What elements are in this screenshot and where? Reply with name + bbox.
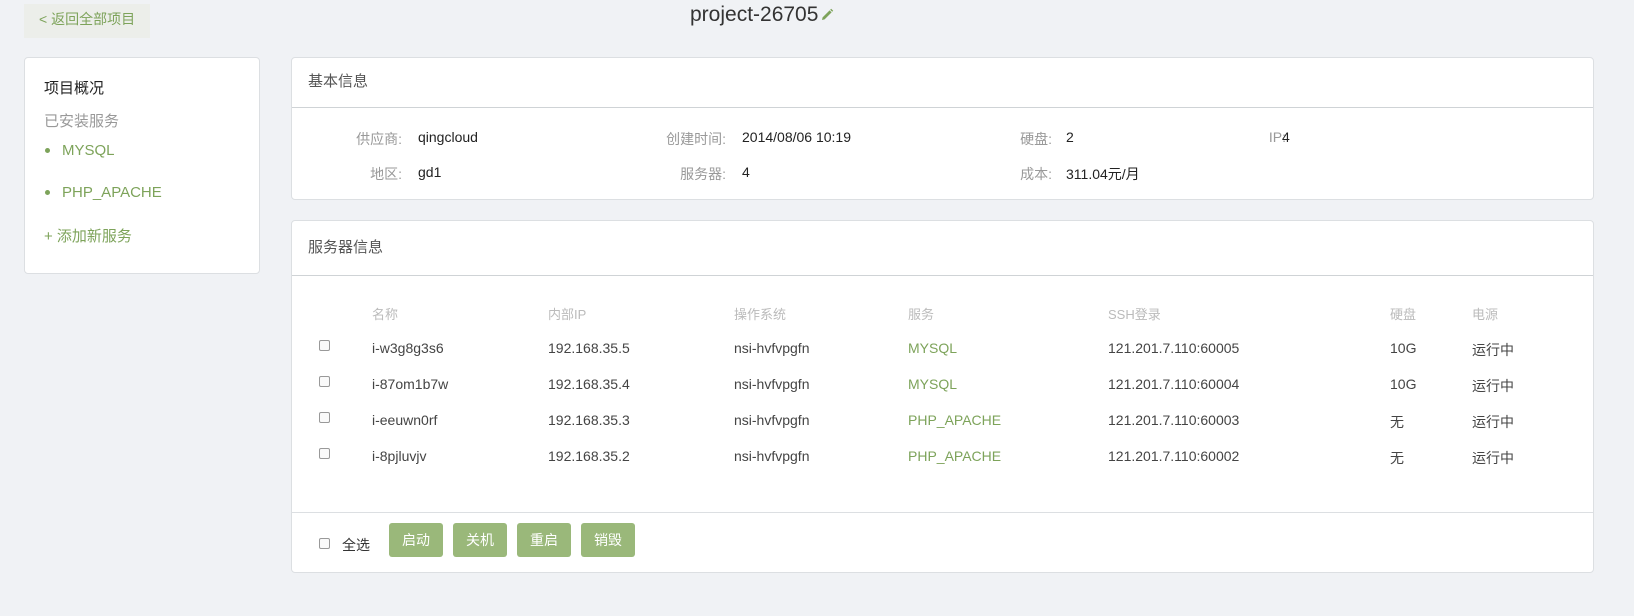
server-service-link[interactable]: MYSQL (908, 376, 957, 392)
server-service-link[interactable]: PHP_APACHE (908, 412, 1001, 428)
server-power: 运行中 (1472, 414, 1514, 430)
destroy-button[interactable]: 销毁 (581, 523, 635, 557)
created-label: 创建时间: (666, 131, 726, 147)
row-checkbox[interactable] (319, 412, 330, 423)
sidebar-service-label: MYSQL (62, 142, 115, 159)
server-info-panel: 服务器信息 名称 内部IP 操作系统 服务 SSH登录 硬盘 电源 i-w3g8… (291, 220, 1594, 573)
servers-label: 服务器: (680, 166, 726, 182)
page: < 返回全部项目 project-26705 项目概况 已安装服务 MYSQL … (0, 0, 1634, 616)
add-service-link[interactable]: + 添加新服务 (44, 225, 132, 246)
pencil-icon[interactable] (820, 8, 834, 22)
region-label: 地区: (370, 166, 402, 182)
server-service-link[interactable]: PHP_APACHE (908, 448, 1001, 464)
provider-label: 供应商: (356, 131, 402, 147)
bullet-icon (45, 190, 50, 195)
server-disk: 无 (1390, 414, 1404, 430)
project-title-wrap: project-26705 (690, 0, 834, 30)
select-all-checkbox[interactable] (319, 538, 330, 549)
sidebar-overview[interactable]: 项目概况 (44, 77, 104, 98)
ip-label: IP: (1268, 129, 1286, 145)
server-name: i-eeuwn0rf (372, 412, 438, 428)
back-to-projects-link[interactable]: < 返回全部项目 (24, 4, 150, 38)
column-header-service: 服务 (908, 307, 935, 322)
server-disk: 10G (1390, 376, 1417, 392)
server-name: i-w3g8g3s6 (372, 340, 444, 356)
server-disk: 无 (1390, 450, 1404, 466)
column-header-os: 操作系统 (734, 307, 787, 322)
provider-value: qingcloud (418, 129, 478, 145)
server-os: nsi-hvfvpgfn (734, 340, 810, 356)
disk-label: 硬盘: (1020, 131, 1052, 147)
server-ssh: 121.201.7.110:60005 (1108, 340, 1240, 356)
server-os: nsi-hvfvpgfn (734, 412, 810, 428)
created-value: 2014/08/06 10:19 (742, 129, 851, 145)
region-value: gd1 (418, 164, 442, 180)
column-header-internal-ip: 内部IP (548, 307, 587, 322)
column-header-name: 名称 (372, 307, 399, 322)
basic-info-heading: 基本信息 (292, 58, 1593, 108)
column-header-ssh: SSH登录 (1108, 307, 1161, 322)
server-power: 运行中 (1472, 378, 1514, 394)
server-disk: 10G (1390, 340, 1417, 356)
column-header-disk: 硬盘 (1390, 307, 1417, 322)
server-internal-ip: 192.168.35.5 (548, 340, 630, 356)
server-power: 运行中 (1472, 450, 1514, 466)
restart-button[interactable]: 重启 (517, 523, 571, 557)
sidebar-service-mysql[interactable]: MYSQL (44, 142, 115, 159)
server-name: i-8pjluvjv (372, 448, 427, 464)
server-power: 运行中 (1472, 342, 1514, 358)
server-info-heading: 服务器信息 (292, 221, 1593, 276)
server-os: nsi-hvfvpgfn (734, 376, 810, 392)
server-internal-ip: 192.168.35.3 (548, 412, 630, 428)
ip-value: 4 (1282, 129, 1290, 145)
select-all-label[interactable]: 全选 (342, 535, 370, 555)
server-service-link[interactable]: MYSQL (908, 340, 957, 356)
server-internal-ip: 192.168.35.2 (548, 448, 630, 464)
bullet-icon (45, 148, 50, 153)
disk-value: 2 (1066, 129, 1074, 145)
server-ssh: 121.201.7.110:60003 (1108, 412, 1240, 428)
sidebar-installed-heading: 已安装服务 (44, 113, 120, 130)
start-button[interactable]: 启动 (389, 523, 443, 557)
row-checkbox[interactable] (319, 376, 330, 387)
row-checkbox[interactable] (319, 340, 330, 351)
shutdown-button[interactable]: 关机 (453, 523, 507, 557)
project-title: project-26705 (690, 3, 819, 26)
row-checkbox[interactable] (319, 448, 330, 459)
sidebar-service-php-apache[interactable]: PHP_APACHE (44, 184, 162, 201)
sidebar-service-label: PHP_APACHE (62, 184, 162, 201)
cost-value: 311.04元/月 (1066, 166, 1140, 182)
divider (292, 512, 1593, 513)
project-sidebar: 项目概况 已安装服务 MYSQL PHP_APACHE + 添加新服务 (24, 57, 260, 274)
cost-label: 成本: (1020, 166, 1052, 182)
server-os: nsi-hvfvpgfn (734, 448, 810, 464)
server-internal-ip: 192.168.35.4 (548, 376, 630, 392)
servers-value: 4 (742, 164, 750, 180)
server-name: i-87om1b7w (372, 376, 449, 392)
server-ssh: 121.201.7.110:60002 (1108, 448, 1240, 464)
basic-info-panel: 基本信息 供应商: qingcloud 创建时间: 2014/08/06 10:… (291, 57, 1594, 200)
column-header-power: 电源 (1472, 307, 1499, 322)
server-ssh: 121.201.7.110:60004 (1108, 376, 1240, 392)
